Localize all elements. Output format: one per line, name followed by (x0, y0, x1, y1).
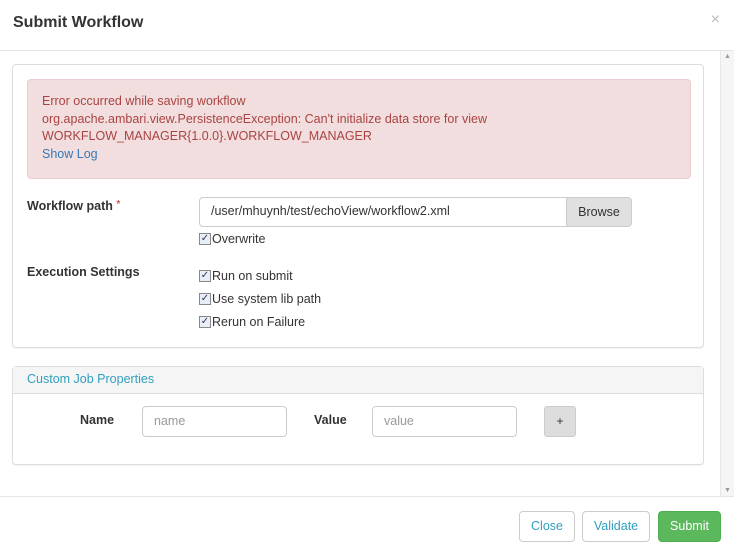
name-input[interactable]: name (142, 406, 287, 437)
scrollbar[interactable]: ▲ ▼ (720, 51, 734, 496)
submit-button[interactable]: Submit (658, 511, 721, 542)
browse-button[interactable]: Browse (566, 197, 632, 227)
overwrite-checkbox[interactable]: ✓ Overwrite (199, 232, 265, 246)
show-log-link[interactable]: Show Log (42, 147, 98, 161)
workflow-path-label: Workflow path * (27, 199, 121, 213)
workflow-path-input[interactable]: /user/mhuynh/test/echoView/workflow2.xml (199, 197, 567, 227)
scroll-down-icon[interactable]: ▼ (724, 487, 731, 494)
error-view: WORKFLOW_MANAGER{1.0.0}.WORKFLOW_MANAGER (42, 129, 372, 143)
scroll-up-icon[interactable]: ▲ (724, 53, 731, 60)
name-label: Name (80, 413, 115, 427)
run-on-submit-checkbox[interactable]: ✓ Run on submit (199, 269, 293, 283)
execution-settings-label: Execution Settings (27, 265, 140, 279)
required-mark: * (116, 199, 121, 210)
close-icon[interactable]: × (711, 11, 720, 29)
use-system-lib-checkbox[interactable]: ✓ Use system lib path (199, 292, 321, 306)
custom-job-properties-panel: Custom Job Properties Name name Value va… (12, 366, 704, 465)
error-detail: org.apache.ambari.view.PersistenceExcept… (42, 111, 487, 126)
dialog-footer: Close Validate Submit (0, 496, 734, 553)
panel-heading[interactable]: Custom Job Properties (13, 367, 703, 394)
rerun-on-failure-checkbox[interactable]: ✓ Rerun on Failure (199, 315, 305, 329)
validate-button[interactable]: Validate (582, 511, 650, 542)
dialog-title: Submit Workflow (13, 14, 144, 31)
add-property-button[interactable]: + (544, 406, 576, 437)
workflow-panel: Error occurred while saving workflow org… (12, 64, 704, 348)
checkbox-icon: ✓ (199, 270, 211, 282)
error-alert: Error occurred while saving workflow org… (27, 79, 691, 179)
value-label: Value (314, 413, 347, 427)
error-message: Error occurred while saving workflow (42, 94, 246, 108)
checkbox-icon: ✓ (199, 233, 211, 245)
close-button[interactable]: Close (519, 511, 575, 542)
dialog-header: Submit Workflow × (0, 0, 734, 51)
checkbox-icon: ✓ (199, 316, 211, 328)
value-input[interactable]: value (372, 406, 517, 437)
checkbox-icon: ✓ (199, 293, 211, 305)
dialog-body: Error occurred while saving workflow org… (0, 51, 720, 496)
